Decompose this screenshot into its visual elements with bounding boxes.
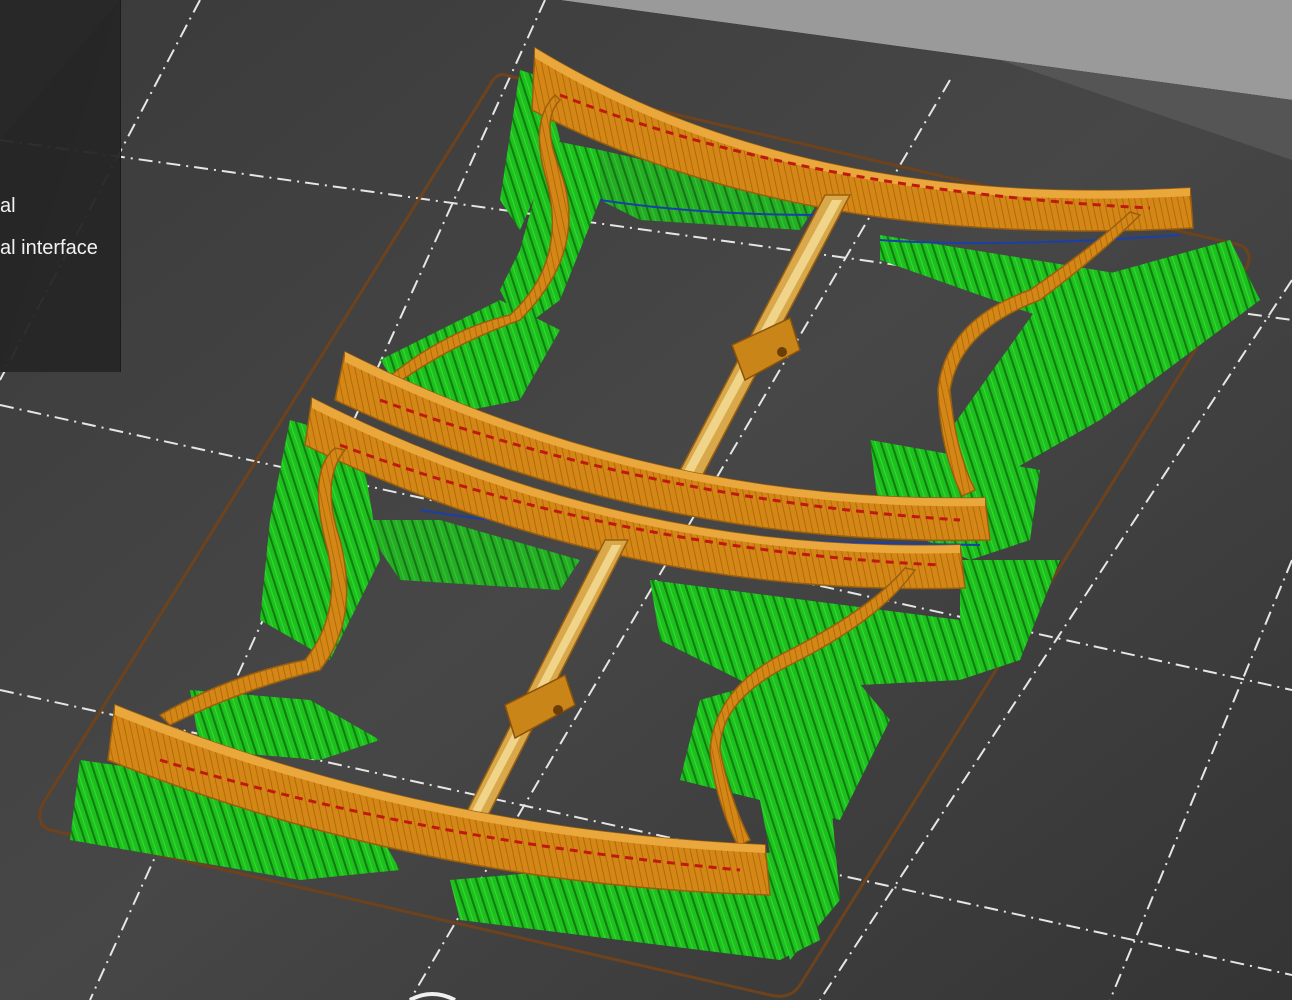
legend-item-support-material[interactable]: al (0, 195, 16, 218)
slice-preview-canvas[interactable] (0, 0, 1292, 1000)
legend-item-support-interface[interactable]: al interface (0, 237, 98, 260)
legend-item-label: al interface (0, 237, 98, 259)
legend-item-label: al (0, 195, 16, 217)
3d-preview-viewport[interactable]: al al interface (0, 0, 1292, 1000)
legend-panel: al al interface (0, 0, 121, 372)
